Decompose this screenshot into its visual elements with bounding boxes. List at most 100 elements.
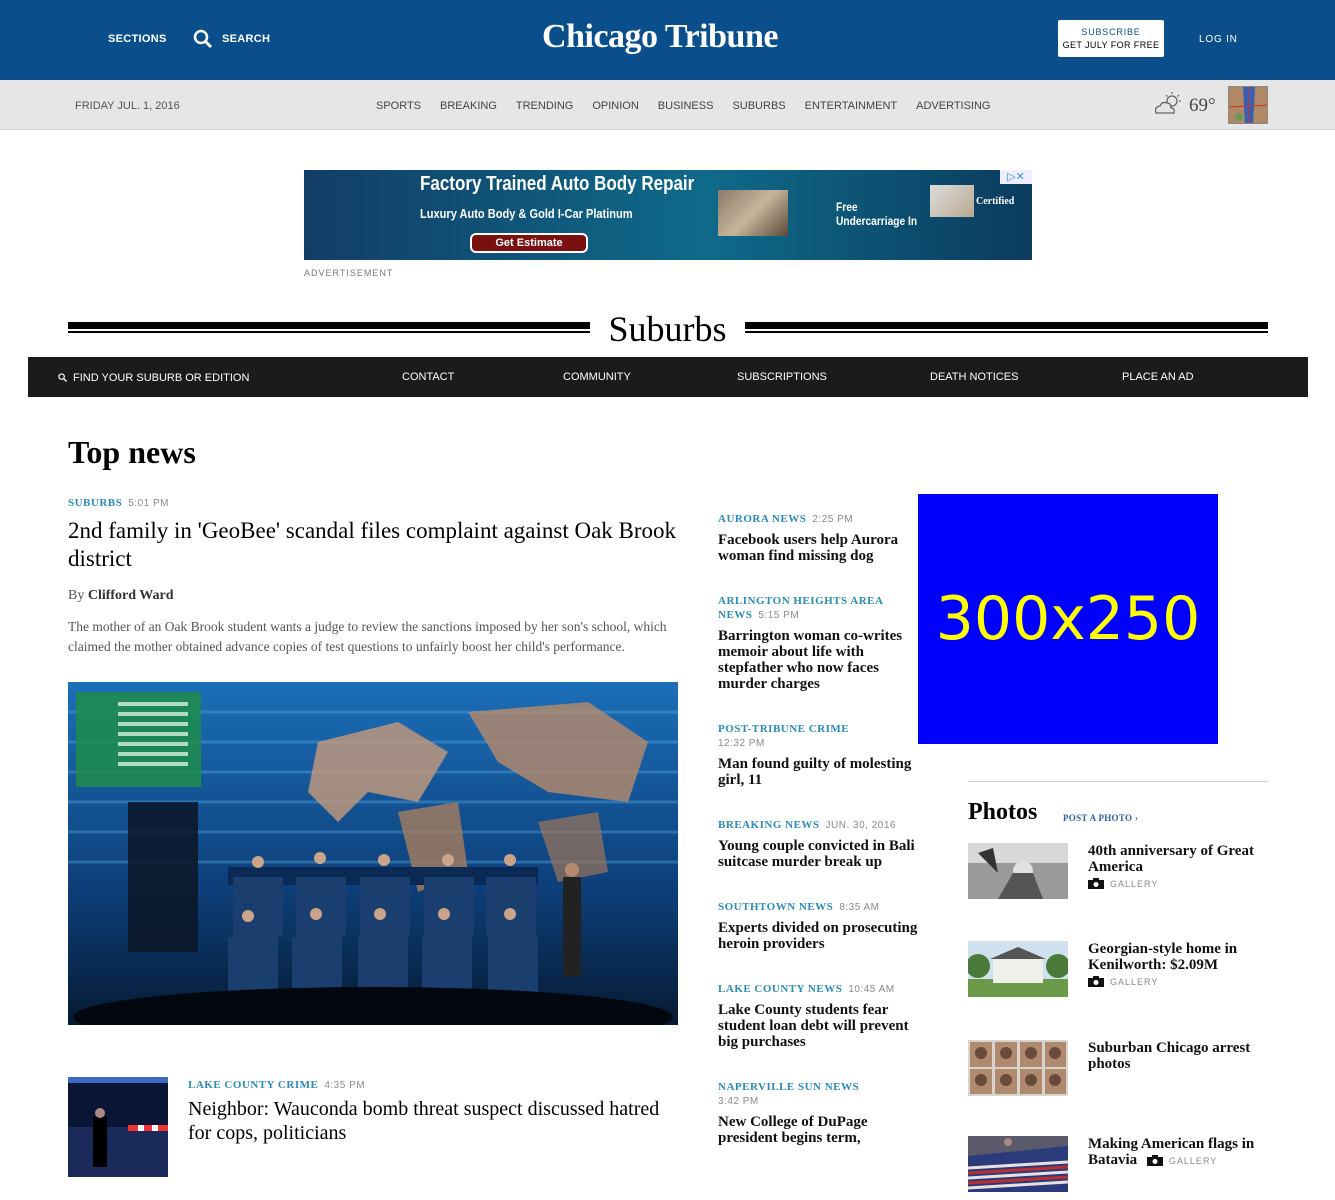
- story-time: 5:15 PM: [758, 610, 800, 621]
- story-time: 10:45 AM: [848, 984, 895, 995]
- display-ad-300x250[interactable]: 300x250: [918, 494, 1218, 744]
- photo-thumbnail[interactable]: [968, 843, 1068, 899]
- story-kicker[interactable]: LAKE COUNTY NEWS: [718, 983, 842, 995]
- photo-gallery-item[interactable]: 40th anniversary of Great America GALLER…: [968, 843, 1268, 903]
- story-time: 4:35 PM: [324, 1080, 366, 1091]
- ad-badge: Certified: [976, 196, 1015, 207]
- author-link[interactable]: Clifford Ward: [88, 588, 174, 603]
- post-a-photo-link[interactable]: POST A PHOTO ›: [1063, 813, 1138, 823]
- site-logo[interactable]: Chicago Tribune: [520, 18, 800, 56]
- gallery-label: GALLERY: [1168, 1156, 1218, 1166]
- advertisement-label: ADVERTISEMENT: [304, 268, 394, 278]
- find-suburb-button[interactable]: FIND YOUR SUBURB OR EDITION: [58, 372, 249, 384]
- sections-menu-button[interactable]: SECTIONS: [108, 33, 167, 45]
- story-kicker[interactable]: SOUTHTOWN NEWS: [718, 901, 833, 913]
- nav-link-business[interactable]: BUSINESS: [658, 100, 714, 112]
- search-button[interactable]: SEARCH: [222, 33, 270, 45]
- lead-story-image[interactable]: [68, 682, 678, 1025]
- photo-title[interactable]: 40th anniversary of Great America: [1088, 843, 1254, 875]
- nav-link-sports[interactable]: SPORTS: [376, 100, 421, 112]
- photo-gallery-item[interactable]: Georgian-style home in Kenilworth: $2.09…: [968, 941, 1268, 1001]
- secondary-story-image[interactable]: [68, 1077, 168, 1177]
- lead-headline[interactable]: 2nd family in 'GeoBee' scandal files com…: [68, 517, 678, 573]
- search-icon[interactable]: [193, 29, 213, 49]
- section-nav: FIND YOUR SUBURB OR EDITION CONTACT COMM…: [28, 357, 1308, 397]
- lead-summary: The mother of an Oak Brook student wants…: [68, 619, 667, 654]
- nav-link-entertainment[interactable]: ENTERTAINMENT: [805, 100, 898, 112]
- story-kicker[interactable]: SUBURBS: [68, 497, 122, 509]
- subscribe-button[interactable]: SUBSCRIBE GET JULY FOR FREE: [1058, 20, 1164, 57]
- find-suburb-label: FIND YOUR SUBURB OR EDITION: [73, 372, 250, 384]
- adchoices-icon[interactable]: ▷✕: [1000, 170, 1032, 184]
- story-headline[interactable]: Man found guilty of molesting girl, 11: [718, 756, 918, 788]
- subscribe-label: SUBSCRIBE: [1081, 27, 1141, 37]
- subscribe-offer: GET JULY FOR FREE: [1062, 40, 1160, 50]
- nav-link-trending[interactable]: TRENDING: [516, 100, 573, 112]
- story-kicker[interactable]: POST-TRIBUNE CRIME: [718, 723, 849, 735]
- story-headline[interactable]: Lake County students fear student loan d…: [718, 1002, 918, 1050]
- list-item: NAPERVILLE SUN NEWS 3:42 PM New College o…: [718, 1080, 918, 1146]
- story-headline[interactable]: Experts divided on prosecuting heroin pr…: [718, 920, 918, 952]
- list-item: POST-TRIBUNE CRIME 12:32 PM Man found gui…: [718, 722, 918, 788]
- ad-image: [718, 190, 788, 236]
- nav-link-advertising[interactable]: ADVERTISING: [916, 100, 990, 112]
- list-item: AURORA NEWS 2:25 PM Facebook users help A…: [718, 512, 918, 564]
- story-headline[interactable]: Barrington woman co-writes memoir about …: [718, 628, 918, 692]
- list-item: SOUTHTOWN NEWS 8:35 AM Experts divided on…: [718, 900, 918, 952]
- list-item: LAKE COUNTY NEWS 10:45 AM Lake County stu…: [718, 982, 918, 1050]
- section-nav-death-notices[interactable]: DEATH NOTICES: [930, 371, 1018, 383]
- temperature[interactable]: 69°: [1189, 95, 1216, 117]
- section-nav-subscriptions[interactable]: SUBSCRIPTIONS: [737, 371, 827, 383]
- photos-heading[interactable]: Photos: [968, 799, 1037, 826]
- story-kicker[interactable]: ARLINGTON HEIGHTS AREA NEWS: [718, 595, 883, 621]
- story-kicker[interactable]: NAPERVILLE SUN NEWS: [718, 1081, 859, 1093]
- current-date: FRIDAY JUL. 1, 2016: [75, 100, 180, 112]
- photo-gallery-item[interactable]: Making American flags in Batavia GALLERY: [968, 1136, 1268, 1196]
- story-time: 12:32 PM: [718, 738, 765, 749]
- camera-icon: [1088, 878, 1104, 889]
- section-title[interactable]: Suburbs: [590, 308, 745, 350]
- story-time: 8:35 AM: [839, 902, 880, 913]
- partly-cloudy-icon[interactable]: [1152, 91, 1184, 117]
- story-headline[interactable]: New College of DuPage president begins t…: [718, 1114, 918, 1146]
- login-link[interactable]: LOG IN: [1199, 34, 1238, 45]
- story-time: 2:25 PM: [812, 514, 854, 525]
- gallery-label: GALLERY: [1110, 879, 1159, 889]
- story-time: JUN. 30, 2016: [825, 820, 896, 831]
- photo-title[interactable]: Suburban Chicago arrest photos: [1088, 1040, 1250, 1072]
- top-news-heading: Top news: [68, 434, 196, 470]
- photo-thumbnail[interactable]: [968, 1040, 1068, 1096]
- photo-thumbnail[interactable]: [968, 1136, 1068, 1192]
- nav-link-breaking[interactable]: BREAKING: [440, 100, 497, 112]
- lead-story: SUBURBS 5:01 PM 2nd family in 'GeoBee' sc…: [68, 493, 678, 657]
- nav-link-opinion[interactable]: OPINION: [592, 100, 638, 112]
- weather-radar-map[interactable]: [1228, 86, 1268, 124]
- photo-thumbnail[interactable]: [968, 941, 1068, 997]
- photo-gallery-item[interactable]: Suburban Chicago arrest photos: [968, 1040, 1268, 1100]
- story-kicker[interactable]: BREAKING NEWS: [718, 819, 820, 831]
- divider: [968, 781, 1268, 782]
- list-item: BREAKING NEWS JUN. 30, 2016 Young couple …: [718, 818, 918, 870]
- nav-links: SPORTS BREAKING TRENDING OPINION BUSINES…: [376, 100, 1010, 112]
- gallery-label: GALLERY: [1110, 977, 1159, 987]
- story-kicker[interactable]: AURORA NEWS: [718, 513, 806, 525]
- ad-image-2: [930, 185, 974, 217]
- advertisement-banner[interactable]: Factory Trained Auto Body Repair Luxury …: [304, 170, 1032, 260]
- byline: By Clifford Ward: [68, 588, 678, 604]
- story-headline[interactable]: Young couple convicted in Bali suitcase …: [718, 838, 918, 870]
- photo-title[interactable]: Georgian-style home in Kenilworth: $2.09…: [1088, 941, 1237, 973]
- section-nav-place-an-ad[interactable]: PLACE AN AD: [1122, 371, 1194, 383]
- section-rule-right: [745, 322, 1268, 333]
- ad-cta-button[interactable]: Get Estimate: [470, 233, 588, 253]
- ad-headline: Factory Trained Auto Body Repair: [420, 173, 695, 195]
- section-nav-contact[interactable]: CONTACT: [402, 371, 454, 383]
- list-item: ARLINGTON HEIGHTS AREA NEWS 5:15 PM Barri…: [718, 594, 918, 692]
- section-nav-community[interactable]: COMMUNITY: [563, 371, 631, 383]
- story-kicker[interactable]: LAKE COUNTY CRIME: [188, 1079, 318, 1091]
- camera-icon: [1088, 976, 1104, 987]
- secondary-headline[interactable]: Neighbor: Wauconda bomb threat suspect d…: [188, 1097, 678, 1145]
- nav-link-suburbs[interactable]: SUBURBS: [732, 100, 785, 112]
- site-header: SECTIONS SEARCH Chicago Tribune SUBSCRIB…: [0, 0, 1335, 80]
- story-headline[interactable]: Facebook users help Aurora woman find mi…: [718, 532, 918, 564]
- byline-prefix: By: [68, 588, 85, 603]
